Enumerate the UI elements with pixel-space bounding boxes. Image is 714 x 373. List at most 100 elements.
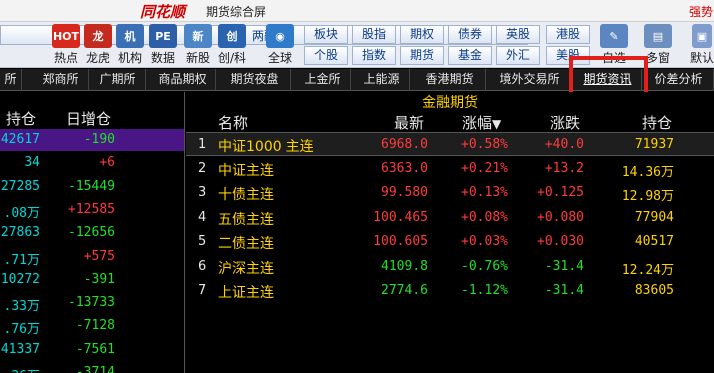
left-table-row[interactable]: 10272 -391 <box>0 269 184 291</box>
market-button[interactable]: 期权 <box>400 25 444 44</box>
edit-icon: ✎ <box>600 24 628 48</box>
market-button[interactable]: 股指 <box>352 25 396 44</box>
latest-cell: 99.580 <box>381 185 428 200</box>
hold-cell: 41337 <box>0 341 40 357</box>
left-header-hold: 持仓 <box>6 110 37 128</box>
moren-label: 默认 <box>690 51 714 65</box>
futures-row[interactable]: 7 上证主连 2774.6 -1.12% -31.4 83605 <box>186 279 714 303</box>
market-button[interactable]: 指数 <box>352 46 396 65</box>
bank-icon: 机 <box>116 24 144 48</box>
latest-cell: 2774.6 <box>381 283 428 298</box>
contract-name: 沪深主连 <box>218 260 274 277</box>
toolbar-dragon-button[interactable]: 龙龙虎 <box>80 24 116 66</box>
left-table-row[interactable]: 42617 -190 <box>0 129 184 151</box>
futures-row[interactable]: 5 二债主连 100.605 +0.03% +0.030 40517 <box>186 230 714 254</box>
header-change[interactable]: 涨跌 <box>550 112 580 133</box>
hold-cell: .08万 <box>3 205 40 221</box>
toolbar-globe-button[interactable]: ◉ 全球 <box>262 24 298 66</box>
contract-name-part: 1000 <box>246 139 282 155</box>
market-button[interactable]: 外汇 <box>496 46 540 65</box>
futures-row[interactable]: 2 中证主连 6363.0 +0.21% +13.2 14.36万 <box>186 157 714 181</box>
market-button[interactable]: 基金 <box>448 46 492 65</box>
toolbar-newstock-button[interactable]: 新新股 <box>180 24 216 66</box>
tab-8[interactable]: 境外交易所 <box>489 69 571 91</box>
latest-cell: 100.465 <box>373 209 428 225</box>
chuang-icon: 创 <box>218 24 246 48</box>
pct-cell: -1.12% <box>461 283 508 298</box>
hold-cell: 40517 <box>634 234 674 249</box>
tab-1[interactable]: 郑商所 <box>33 69 89 91</box>
panel-title: 金融期货 <box>422 95 478 111</box>
left-table-row[interactable]: .26万 -3714 <box>0 362 184 373</box>
toolbar-pe-button[interactable]: PE 数据 <box>145 24 181 66</box>
change-cell: -13733 <box>68 295 115 311</box>
hold-cell: 12.24万 <box>621 262 674 278</box>
left-table-row[interactable]: .33万 -13733 <box>0 292 184 314</box>
left-quote-panel: 持仓 日增仓 42617 -190 34 +6 27285 -15449 .08万 +1258… <box>0 92 185 373</box>
change-cell: -12656 <box>68 225 115 241</box>
header-latest[interactable]: 最新 <box>394 112 424 133</box>
contract-name-part: 主连 <box>285 139 314 155</box>
tab-6[interactable]: 上能源 <box>354 69 410 91</box>
toolbar-hot-button[interactable]: HOT 热点 <box>48 24 84 66</box>
futures-row[interactable]: 4 五债主连 100.465 +0.08% +0.080 77904 <box>186 206 714 230</box>
change-cell: -3714 <box>75 365 115 373</box>
market-button[interactable]: 期货 <box>400 46 444 65</box>
tab-10[interactable]: 价差分析 <box>644 69 714 91</box>
toolbar-button-label: 龙虎 <box>85 51 110 65</box>
change-cell: +0.030 <box>537 234 584 249</box>
hold-cell: .26万 <box>4 365 40 373</box>
futures-row[interactable]: 6 沪深主连 4109.8 -0.76% -31.4 12.24万 <box>186 255 714 279</box>
title-bar: 同花顺 期货综合屏 强势 <box>0 0 714 22</box>
tab-7[interactable]: 香港期货 <box>414 69 486 91</box>
futures-row[interactable]: 1 中证1000 主连 6968.0 +0.58% +40.0 71937 <box>186 132 714 156</box>
tab-5[interactable]: 上金所 <box>295 69 351 91</box>
left-table-row[interactable]: 41337 -7561 <box>0 339 184 361</box>
left-table-row[interactable]: 27863 -12656 <box>0 222 184 244</box>
change-cell: +6 <box>99 155 115 171</box>
pct-cell: +0.03% <box>461 234 508 249</box>
toolbar-button-label: 全球 <box>267 51 292 65</box>
hold-cell: 83605 <box>634 283 674 298</box>
financial-futures-panel: 金融期货 名称 最新 涨幅▼ 涨跌 持仓 1 中证1000 主连 6968.0 +0.5… <box>186 92 714 373</box>
tab-3[interactable]: 商品期权 <box>150 69 216 91</box>
header-pct[interactable]: 涨幅▼ <box>462 112 501 133</box>
change-cell: +575 <box>83 248 115 264</box>
header-hold[interactable]: 持仓 <box>642 112 672 133</box>
change-cell: -15449 <box>68 178 115 194</box>
futures-row[interactable]: 3 十债主连 99.580 +0.13% +0.125 12.98万 <box>186 181 714 205</box>
hold-cell: .71万 <box>3 252 40 268</box>
change-cell: -7128 <box>75 318 115 334</box>
tab-0[interactable]: 所 <box>0 69 22 91</box>
moren-button[interactable]: ▣ 默认 <box>690 24 714 66</box>
hold-cell: .76万 <box>3 322 40 338</box>
contract-name: 中证1000 主连 <box>218 136 314 156</box>
left-table-row[interactable]: .08万 +12585 <box>0 199 184 221</box>
market-button[interactable]: 个股 <box>304 46 348 65</box>
left-table-row[interactable]: .76万 -7128 <box>0 315 184 338</box>
row-index: 7 <box>198 283 207 298</box>
toolbar-button-label: 机构 <box>117 51 142 65</box>
change-cell: -31.4 <box>544 258 584 274</box>
tab-4[interactable]: 期货夜盘 <box>219 69 291 91</box>
left-table-row[interactable]: 34 +6 <box>0 152 184 174</box>
market-button[interactable]: 英股 <box>496 25 540 44</box>
hold-cell: 14.36万 <box>621 164 674 180</box>
pct-cell: +0.08% <box>461 209 508 225</box>
market-button[interactable]: 板块 <box>304 25 348 44</box>
market-button[interactable]: 港股 <box>546 25 590 44</box>
left-header-change: 日增仓 <box>66 110 112 128</box>
market-button[interactable]: 债券 <box>448 25 492 44</box>
hold-cell: 77904 <box>634 209 674 225</box>
toolbar-chuang-button[interactable]: 创创/科 <box>214 24 250 66</box>
left-table-row[interactable]: 27285 -15449 <box>0 176 184 198</box>
hold-cell: 27863 <box>0 225 40 241</box>
title-right-label[interactable]: 强势 <box>689 3 713 20</box>
header-name[interactable]: 名称 <box>218 112 248 133</box>
hold-cell: 42617 <box>0 132 40 147</box>
left-table-row[interactable]: .71万 +575 <box>0 246 184 268</box>
toolbar-bank-button[interactable]: 机机构 <box>112 24 148 66</box>
tab-2[interactable]: 广期所 <box>90 69 146 91</box>
contract-name: 五债主连 <box>218 211 274 228</box>
header-pct-label: 涨幅 <box>462 114 493 132</box>
